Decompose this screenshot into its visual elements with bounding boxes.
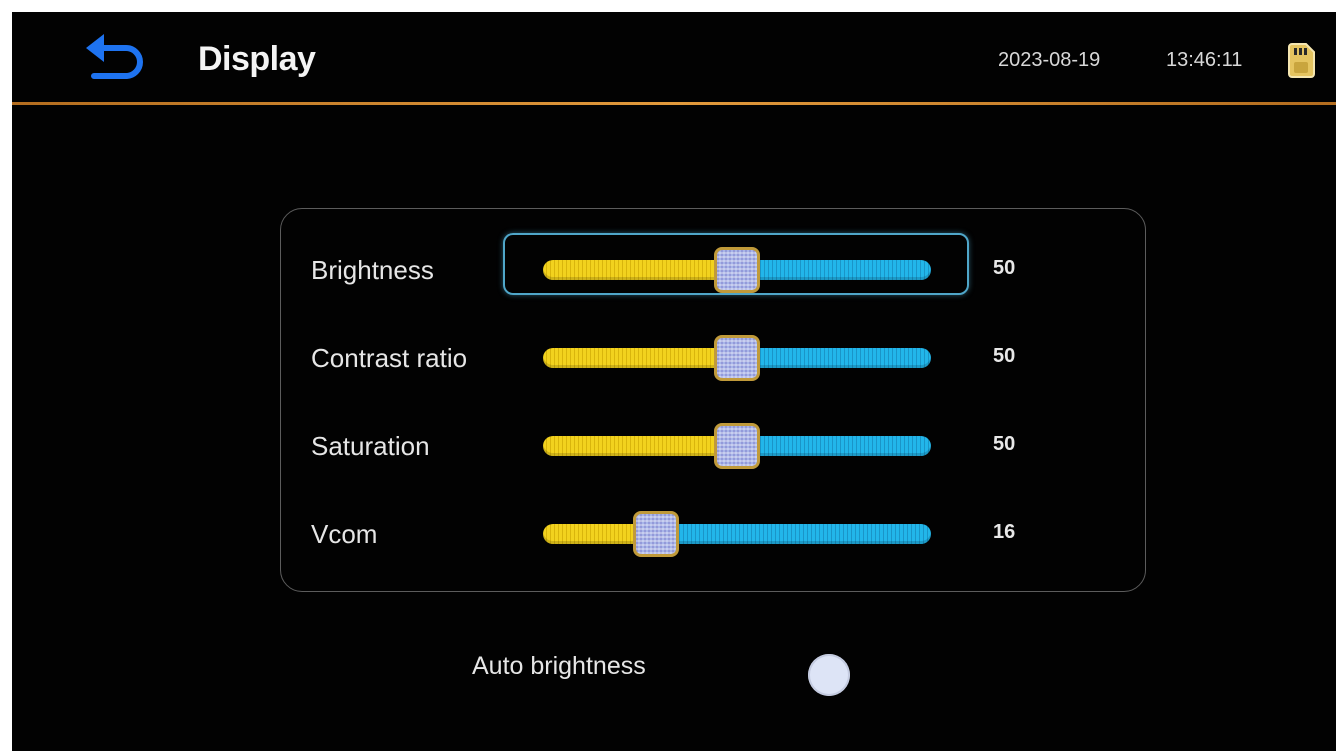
saturation-slider[interactable]	[543, 423, 931, 469]
header-bar: Display 2023-08-19 13:46:11	[12, 12, 1336, 102]
back-arrow-icon	[86, 34, 143, 79]
slider-label: Contrast ratio	[311, 343, 468, 373]
slider-track	[737, 436, 931, 456]
slider-row-contrast: Contrast ratio 50	[281, 327, 1147, 387]
slider-track	[656, 524, 931, 544]
auto-brightness-label: Auto brightness	[472, 652, 646, 680]
header-divider	[12, 102, 1336, 105]
settings-panel: Brightness 50 Contrast ratio 50 Saturati…	[280, 208, 1146, 592]
slider-value: 50	[993, 433, 1016, 455]
slider-thumb[interactable]	[714, 423, 760, 469]
slider-fill	[543, 436, 737, 456]
slider-track	[737, 348, 931, 368]
slider-label: Saturation	[311, 431, 430, 461]
vcom-slider[interactable]	[543, 511, 931, 557]
slider-thumb[interactable]	[633, 511, 679, 557]
slider-fill	[543, 348, 737, 368]
auto-brightness-toggle[interactable]	[808, 654, 850, 696]
back-button[interactable]	[82, 32, 152, 84]
display-settings-screen: Display 2023-08-19 13:46:11 Brightness 5…	[12, 12, 1336, 751]
slider-track	[737, 260, 931, 280]
slider-row-brightness: Brightness 50	[281, 239, 1147, 299]
slider-label: Brightness	[311, 255, 434, 285]
slider-label: Vcom	[311, 519, 378, 549]
slider-thumb[interactable]	[714, 247, 760, 293]
contrast-slider[interactable]	[543, 335, 931, 381]
page-title: Display	[198, 40, 316, 78]
slider-value: 50	[993, 345, 1016, 367]
date-display: 2023-08-19	[998, 49, 1101, 71]
slider-fill	[543, 260, 737, 280]
slider-value: 16	[993, 521, 1016, 543]
time-display: 13:46:11	[1166, 49, 1243, 71]
brightness-slider[interactable]	[543, 247, 931, 293]
slider-row-vcom: Vcom 16	[281, 503, 1147, 563]
slider-value: 50	[993, 257, 1016, 279]
slider-thumb[interactable]	[714, 335, 760, 381]
slider-row-saturation: Saturation 50	[281, 415, 1147, 475]
sd-card-icon	[1286, 42, 1316, 78]
